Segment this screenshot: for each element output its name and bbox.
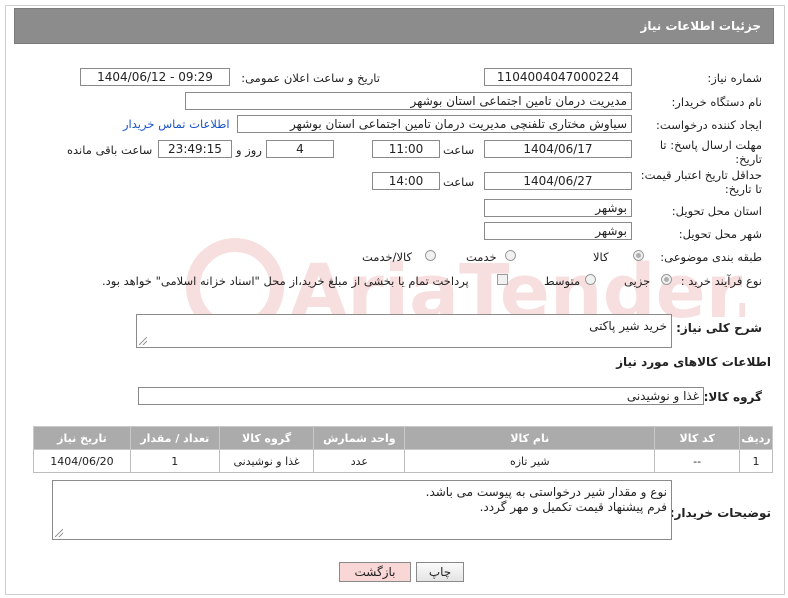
cell-unit: عدد [313,449,406,473]
reply-deadline-label-line1: مهلت ارسال پاسخ: تا [659,138,762,152]
cell-need-date: 1404/06/20 [33,449,131,473]
cell-goods-name: شیر تازه [404,449,656,473]
price-validity-date-field[interactable]: 1404/06/27 [484,172,632,190]
days-label: روز و [236,143,262,157]
col-unit: واحد شمارش [313,426,406,450]
announce-datetime-field[interactable]: 1404/06/12 - 09:29 [80,68,230,86]
purchase-option-medium: متوسط [544,274,581,288]
buyer-notes-line2: فرم پیشنهاد قیمت تکمیل و مهر گردد. [479,500,667,514]
buyer-notes-label: توضیحات خریدار: [669,506,771,520]
category-option-service: خدمت [466,250,497,264]
delivery-city-label: شهر محل تحویل: [678,227,762,241]
buyer-contact-link[interactable]: اطلاعات تماس خریدار [123,117,230,131]
goods-group-field[interactable]: غذا و نوشیدنی [138,387,704,405]
page-title: جزئیات اطلاعات نیاز [640,19,761,33]
category-label: طبقه بندی موضوعی: [660,250,762,264]
col-goods-group: گروه کالا [218,426,315,450]
summary-label: شرح کلی نیاز: [676,321,762,335]
reply-deadline-time-field[interactable]: 11:00 [372,140,440,158]
col-goods-name: نام کالا [404,426,656,450]
col-need-date: تاریخ نیاز [33,426,131,450]
reply-deadline-time-label: ساعت [443,143,475,157]
treasury-payment-checkbox[interactable] [497,274,508,285]
buyer-notes-textarea[interactable]: نوع و مقدار شیر درخواستی به پیوست می باش… [52,480,672,540]
cell-goods-code: -- [654,449,741,473]
summary-text: خرید شیر پاکتی [589,319,667,333]
col-row-number: ردیف [739,426,773,450]
buyer-org-label: نام دستگاه خریدار: [671,95,762,109]
purchase-process-label: نوع فرآیند خرید : [680,274,762,288]
cell-goods-group: غذا و نوشیدنی [218,449,315,473]
delivery-province-label: استان محل تحویل: [671,204,762,218]
category-radio-goods[interactable] [633,250,644,261]
category-option-goods: کالا [593,250,609,264]
goods-section-title: اطلاعات کالاهای مورد نیاز [616,355,771,369]
buyer-notes-line1: نوع و مقدار شیر درخواستی به پیوست می باش… [425,485,667,499]
reply-deadline-date-field[interactable]: 1404/06/17 [484,140,632,158]
days-remaining-field[interactable]: 4 [266,140,334,158]
print-button[interactable]: چاپ [416,562,464,582]
remaining-time-field[interactable]: 23:49:15 [158,140,232,158]
requester-field[interactable]: سیاوش مختاری تلفنچی مدیریت درمان تامین ا… [237,115,632,133]
treasury-payment-note: پرداخت تمام یا بخشی از مبلغ خرید،از محل … [102,274,469,288]
need-number-label: شماره نیاز: [707,71,762,85]
category-radio-service[interactable] [505,250,516,261]
requester-label: ایجاد کننده درخواست: [656,118,762,132]
goods-group-label: گروه کالا: [703,390,762,404]
price-validity-time-label: ساعت [443,175,475,189]
remaining-time-label: ساعت باقی مانده [67,143,153,157]
cell-row-number: 1 [739,449,773,473]
cell-quantity: 1 [129,449,220,473]
resize-grip-icon[interactable] [139,337,147,345]
table-header-row: ردیف کد کالا نام کالا واحد شمارش گروه کا… [33,426,773,450]
reply-deadline-label-line2: تاریخ: [735,152,762,166]
need-number-field[interactable]: 1104004047000224 [484,68,632,86]
page-header: جزئیات اطلاعات نیاز [14,8,774,44]
col-goods-code: کد کالا [654,426,741,450]
buyer-org-field[interactable]: مدیریت درمان تامین اجتماعی استان بوشهر [185,92,632,110]
back-button[interactable]: بازگشت [339,562,411,582]
price-validity-time-field[interactable]: 14:00 [372,172,440,190]
summary-textarea[interactable]: خرید شیر پاکتی [136,314,672,348]
goods-table: ردیف کد کالا نام کالا واحد شمارش گروه کا… [33,426,773,473]
price-validity-label-line2: تا تاریخ: [724,182,762,196]
category-option-goods-service: کالا/خدمت [362,250,413,264]
delivery-province-field[interactable]: بوشهر [484,199,632,217]
table-row: 1 -- شیر تازه عدد غذا و نوشیدنی 1 1404/0… [33,449,773,473]
announce-datetime-label: تاریخ و ساعت اعلان عمومی: [241,71,380,85]
price-validity-label-line1: حداقل تاریخ اعتبار قیمت: [640,168,762,182]
delivery-city-field[interactable]: بوشهر [484,222,632,240]
col-quantity: تعداد / مقدار [129,426,220,450]
category-radio-goods-service[interactable] [425,250,436,261]
purchase-radio-minor[interactable] [661,274,672,285]
resize-grip-icon[interactable] [55,529,63,537]
purchase-radio-medium[interactable] [585,274,596,285]
purchase-option-minor: جزیی [624,274,651,288]
